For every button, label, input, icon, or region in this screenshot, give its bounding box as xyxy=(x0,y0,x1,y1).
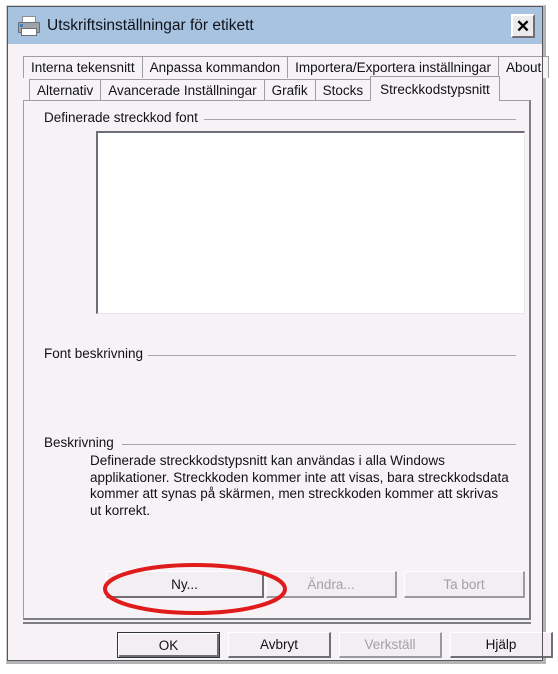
close-button[interactable]: ✕ xyxy=(511,14,535,38)
window-title: Utskriftsinställningar för etikett xyxy=(47,16,254,34)
help-button[interactable]: Hjälp xyxy=(450,632,553,658)
apply-button: Verkställ xyxy=(339,632,442,658)
group-font-description-label: Font beskrivning xyxy=(44,346,150,361)
ok-button[interactable]: OK xyxy=(117,632,220,658)
group-font-description: Font beskrivning xyxy=(44,346,516,361)
group-defined-barcode-font: Definerade streckkod font xyxy=(44,110,516,125)
tab-avancerade-installningar[interactable]: Avancerade Inställningar xyxy=(100,79,265,101)
defined-fonts-listbox[interactable] xyxy=(96,131,525,314)
group-font-description-line xyxy=(148,355,516,356)
group-description: Beskrivning xyxy=(44,435,516,450)
tab-streckkodstypsnitt[interactable]: Streckkodstypsnitt xyxy=(370,76,500,101)
tab-stocks[interactable]: Stocks xyxy=(314,79,372,101)
group-defined-barcode-font-label: Definerade streckkod font xyxy=(44,110,204,125)
edit-font-button: Ändra... xyxy=(266,571,397,598)
group-defined-barcode-font-line xyxy=(204,119,516,120)
tab-strip: Interna tekensnitt Anpassa kommandon Imp… xyxy=(23,55,550,101)
dialog-window: Utskriftsinställningar för etikett ✕ Int… xyxy=(6,5,553,664)
cancel-button[interactable]: Avbryt xyxy=(228,632,331,658)
tab-anpassa-kommandon[interactable]: Anpassa kommandon xyxy=(141,56,289,78)
bottom-separator xyxy=(23,622,531,624)
tab-alternativ[interactable]: Alternativ xyxy=(29,79,102,101)
tab-importera-exportera-installningar[interactable]: Importera/Exportera inställningar xyxy=(287,56,499,78)
printer-icon xyxy=(17,15,40,36)
group-description-label: Beskrivning xyxy=(44,435,120,450)
tab-about[interactable]: About xyxy=(498,56,550,78)
tab-grafik[interactable]: Grafik xyxy=(263,79,316,101)
delete-font-button: Ta bort xyxy=(404,571,525,598)
group-description-line xyxy=(122,444,516,445)
tab-row-1: Interna tekensnitt Anpassa kommandon Imp… xyxy=(23,55,550,78)
title-bar: Utskriftsinställningar för etikett ✕ xyxy=(8,7,542,44)
tab-row-2: Alternativ Avancerade Inställningar Graf… xyxy=(23,76,531,101)
new-font-button[interactable]: Ny... xyxy=(106,571,264,598)
description-text: Definerade streckkodstypsnitt kan använd… xyxy=(90,453,509,518)
tab-interna-tekensnitt[interactable]: Interna tekensnitt xyxy=(23,56,143,78)
